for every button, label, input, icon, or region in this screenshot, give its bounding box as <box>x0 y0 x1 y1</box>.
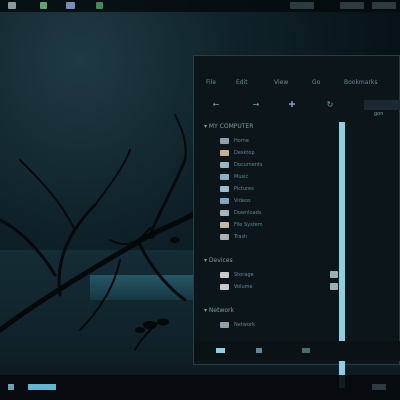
status-bar <box>194 341 400 361</box>
pictures-icon <box>220 186 229 192</box>
toolbar: ← → ✚ ↻ gon <box>194 96 400 117</box>
top-indicator-c[interactable] <box>372 2 396 9</box>
menu-bar: File Edit View Go Bookmarks <box>194 78 400 90</box>
drive-icon <box>220 222 229 228</box>
sidebar-item-network[interactable]: Network <box>218 320 348 330</box>
menu-icon[interactable] <box>8 384 14 390</box>
menu-go[interactable]: Go <box>312 78 320 88</box>
up-icon[interactable]: ✚ <box>286 100 298 110</box>
tree-icon[interactable] <box>256 348 262 353</box>
eject-icon[interactable] <box>330 271 338 278</box>
trash-icon <box>220 234 229 240</box>
home-icon <box>220 138 229 144</box>
top-icon-3[interactable] <box>66 2 75 9</box>
forward-icon[interactable]: → <box>250 100 262 110</box>
top-icon-4[interactable] <box>96 2 103 9</box>
close-sidebar-icon[interactable] <box>302 348 310 353</box>
sidebar-section-computer: ▾ MY COMPUTER <box>204 123 254 130</box>
menu-file[interactable]: File <box>206 78 216 88</box>
sidebar-item-documents[interactable]: Documents <box>218 160 348 170</box>
clock <box>372 384 386 390</box>
top-indicator-a[interactable] <box>290 2 314 9</box>
sidebar-item-videos[interactable]: Videos <box>218 196 348 206</box>
sidebar-item-home[interactable]: Home <box>218 136 348 146</box>
reload-icon[interactable]: ↻ <box>324 100 336 110</box>
menu-view[interactable]: View <box>274 78 288 88</box>
documents-icon <box>220 162 229 168</box>
taskbar <box>0 375 400 400</box>
top-icon-2[interactable] <box>40 2 47 9</box>
music-icon <box>220 174 229 180</box>
sidebar-item-pictures[interactable]: Pictures <box>218 184 348 194</box>
downloads-icon <box>220 210 229 216</box>
sidebar-item-desktop[interactable]: Desktop <box>218 148 348 158</box>
sidebar-item-storage[interactable]: Storage <box>218 270 348 280</box>
sidebar-item-trash[interactable]: Trash <box>218 232 348 242</box>
top-indicator-b[interactable] <box>340 2 364 9</box>
network-icon <box>220 322 229 328</box>
top-panel <box>0 0 400 12</box>
videos-icon <box>220 198 229 204</box>
path-label: gon <box>374 111 384 117</box>
sidebar: ▾ MY COMPUTER Home Desktop Documents Mus… <box>204 122 346 342</box>
menu-edit[interactable]: Edit <box>236 78 248 88</box>
path-bar[interactable]: gon <box>364 100 400 117</box>
back-icon[interactable]: ← <box>210 100 222 110</box>
sidebar-item-filesystem[interactable]: File System <box>218 220 348 230</box>
sidebar-item-music[interactable]: Music <box>218 172 348 182</box>
desktop-icon <box>220 150 229 156</box>
sidebar-item-downloads[interactable]: Downloads <box>218 208 348 218</box>
file-manager-window: File Edit View Go Bookmarks ← → ✚ ↻ gon … <box>193 55 400 388</box>
places-icon[interactable] <box>216 348 225 353</box>
eject-icon[interactable] <box>330 283 338 290</box>
disk-icon <box>220 284 229 290</box>
sidebar-section-devices: ▾ Devices <box>204 257 233 264</box>
sidebar-item-volume[interactable]: Volume <box>218 282 348 292</box>
top-icon-1[interactable] <box>8 2 16 9</box>
menu-bookmarks[interactable]: Bookmarks <box>344 78 378 88</box>
disk-icon <box>220 272 229 278</box>
active-window-task[interactable] <box>28 384 56 390</box>
sidebar-section-network: ▾ Network <box>204 307 234 314</box>
